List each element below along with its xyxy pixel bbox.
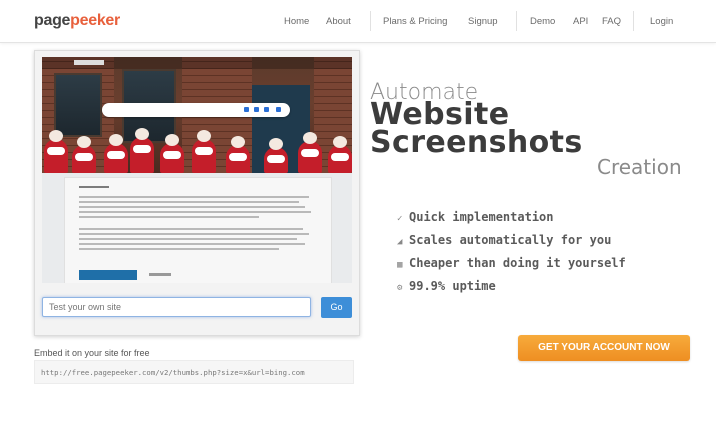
bing-background-photo xyxy=(42,57,352,173)
feature-quick-implementation: ✓ Quick implementation xyxy=(397,210,554,224)
hero-screenshots: Screenshots xyxy=(370,125,583,160)
embed-code-field[interactable]: http://free.pagepeeker.com/v2/thumbs.php… xyxy=(34,360,354,384)
feature-text: Scales automatically for you xyxy=(409,233,612,247)
pencil-icon: ✓ xyxy=(397,214,403,224)
santa-figure xyxy=(104,134,128,173)
nav-divider xyxy=(516,11,517,31)
nav-faq[interactable]: FAQ xyxy=(602,16,621,27)
test-site-input[interactable] xyxy=(42,297,311,317)
embed-label: Embed it on your site for free xyxy=(34,348,150,358)
go-button[interactable]: Go xyxy=(321,297,352,318)
logo-part-page: page xyxy=(34,12,71,29)
santa-figure xyxy=(72,136,96,173)
nav-signup[interactable]: Signup xyxy=(468,16,498,27)
nav-divider xyxy=(370,11,371,31)
santa-figure xyxy=(44,130,68,173)
santa-figure xyxy=(160,134,184,173)
nav-divider xyxy=(633,11,634,31)
nav-about[interactable]: About xyxy=(326,16,351,27)
santa-figure xyxy=(328,136,352,173)
feature-text: Quick implementation xyxy=(409,210,554,224)
cookie-consent-dialog xyxy=(64,177,332,283)
nav-home[interactable]: Home xyxy=(284,16,309,27)
santa-figure xyxy=(264,138,288,173)
nav-login[interactable]: Login xyxy=(650,16,673,27)
feature-cheaper: ▦ Cheaper than doing it yourself xyxy=(397,256,626,270)
pagepeeker-logo[interactable]: pagepeeker xyxy=(34,12,120,30)
chart-icon: ◢ xyxy=(397,237,403,247)
santa-figure xyxy=(298,132,322,173)
grid-icon: ▦ xyxy=(397,260,403,270)
nav-plans-pricing[interactable]: Plans & Pricing xyxy=(383,16,447,27)
nav-demo[interactable]: Demo xyxy=(530,16,555,27)
feature-scales: ◢ Scales automatically for you xyxy=(397,233,611,247)
bing-search-box xyxy=(102,103,290,117)
logo-part-peeker: peeker xyxy=(70,12,120,29)
santa-figure xyxy=(192,130,216,173)
circle-icon: ⚙ xyxy=(397,283,403,293)
screenshot-preview-card: Go xyxy=(34,50,360,336)
hero-creation: Creation xyxy=(597,155,682,179)
feature-uptime: ⚙ 99.9% uptime xyxy=(397,279,496,293)
feature-text: 99.9% uptime xyxy=(409,279,496,293)
sample-screenshot-image xyxy=(42,57,352,283)
santa-figure xyxy=(226,136,250,173)
feature-text: Cheaper than doing it yourself xyxy=(409,256,626,270)
nav-api[interactable]: API xyxy=(573,16,588,27)
top-header: pagepeeker Home About Plans & Pricing Si… xyxy=(0,0,716,43)
santa-figure xyxy=(130,128,154,173)
get-account-button[interactable]: GET YOUR ACCOUNT NOW xyxy=(518,335,690,361)
